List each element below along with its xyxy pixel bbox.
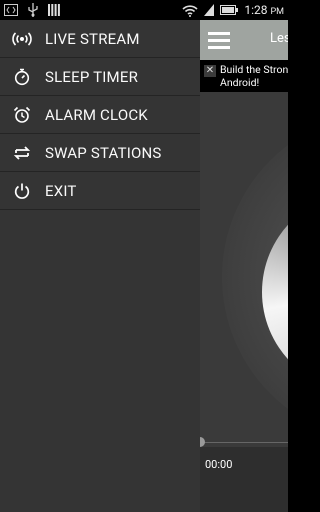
clock-text: 1:28 PM	[244, 3, 284, 17]
menu-label: SLEEP TIMER	[45, 67, 139, 86]
menu-item-alarm-clock[interactable]: ALARM CLOCK	[0, 96, 200, 134]
elapsed-time: 00:00	[205, 458, 233, 471]
player-screen: Les Build the Stron Android! ✕ 00:00	[200, 20, 288, 512]
menu-item-sleep-timer[interactable]: SLEEP TIMER	[0, 58, 200, 96]
menu-item-swap-stations[interactable]: SWAP STATIONS	[0, 134, 200, 172]
menu-label: ALARM CLOCK	[45, 105, 148, 124]
app-title: Les	[270, 31, 288, 46]
ad-close-icon[interactable]: ✕	[204, 65, 216, 77]
navigation-drawer: LIVE STREAM SLEEP TIMER ALARM CLOCK SWAP…	[0, 20, 200, 512]
ad-text-line1: Build the Stron	[220, 63, 288, 76]
alarm-clock-icon	[12, 105, 32, 125]
usb-icon	[27, 3, 39, 17]
album-art	[200, 92, 288, 447]
battery-icon	[220, 5, 239, 15]
menu-label: SWAP STATIONS	[45, 143, 162, 162]
code-icon	[4, 4, 18, 16]
bars-icon	[48, 4, 60, 16]
menu-label: EXIT	[45, 181, 77, 200]
signal-icon	[204, 4, 215, 16]
app-header: Les	[200, 20, 288, 60]
status-bar: 1:28 PM	[0, 0, 288, 20]
menu-item-exit[interactable]: EXIT	[0, 172, 200, 210]
timer-icon	[12, 67, 32, 87]
power-icon	[12, 181, 32, 201]
progress-track[interactable]	[200, 442, 288, 443]
wifi-icon	[182, 4, 198, 17]
menu-item-live-stream[interactable]: LIVE STREAM	[0, 20, 200, 58]
menu-icon[interactable]	[208, 31, 230, 49]
swap-icon	[12, 143, 32, 163]
ad-text-line2: Android!	[220, 76, 260, 89]
menu-label: LIVE STREAM	[45, 29, 140, 48]
radio-waves-icon	[12, 29, 32, 49]
